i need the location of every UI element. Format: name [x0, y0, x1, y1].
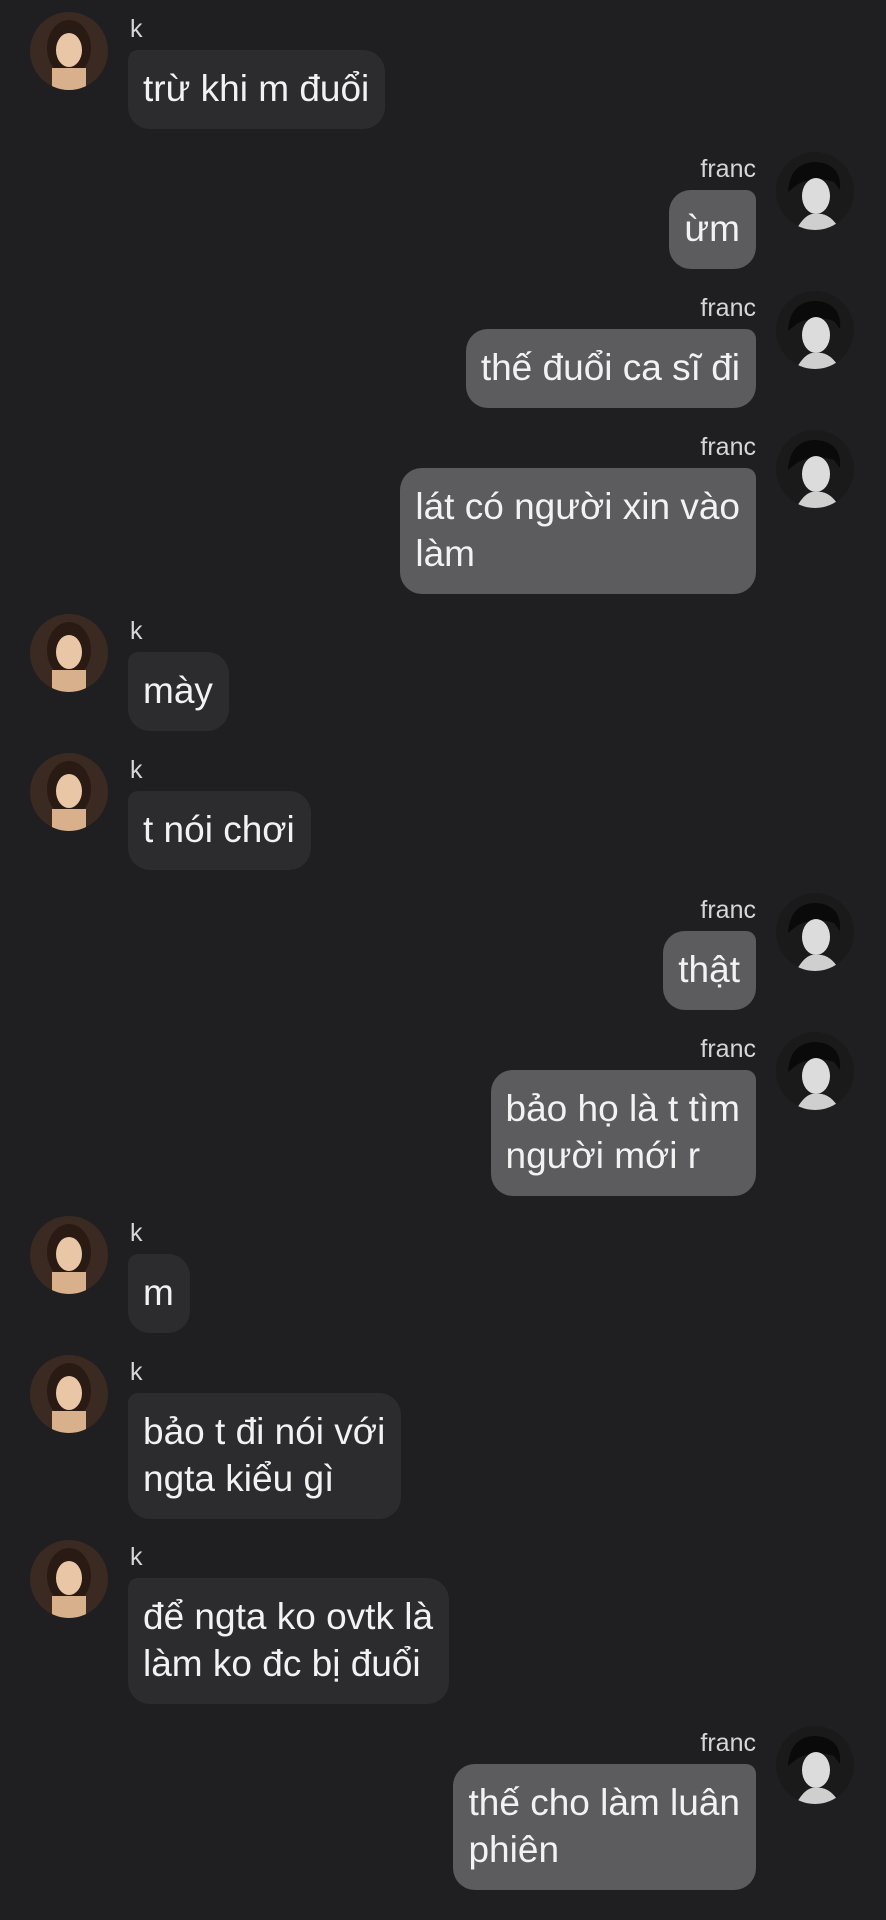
boy-avatar-icon [776, 1032, 854, 1110]
message-bubble[interactable]: m [128, 1254, 190, 1333]
girl-avatar-icon [30, 753, 108, 831]
boy-avatar-icon [776, 893, 854, 971]
boy-avatar-icon [776, 1726, 854, 1804]
avatar[interactable] [30, 614, 108, 692]
girl-avatar-icon [30, 614, 108, 692]
message-bubble[interactable]: t nói chơi [128, 791, 311, 870]
message-bubble[interactable]: trừ khi m đuổi [128, 50, 386, 129]
sender-name: k [130, 756, 143, 784]
avatar[interactable] [776, 152, 854, 230]
sender-name: k [130, 1219, 143, 1247]
girl-avatar-icon [30, 1216, 108, 1294]
sender-name: franc [700, 1035, 756, 1063]
sender-name: franc [700, 1729, 756, 1757]
boy-avatar-icon [776, 152, 854, 230]
sender-name: franc [700, 294, 756, 322]
avatar[interactable] [776, 1032, 854, 1110]
message-bubble[interactable]: mày [128, 652, 229, 731]
boy-avatar-icon [776, 291, 854, 369]
girl-avatar-icon [30, 1540, 108, 1618]
avatar[interactable] [30, 753, 108, 831]
avatar[interactable] [30, 1355, 108, 1433]
message-bubble[interactable]: bảo t đi nói với ngta kiểu gì [128, 1393, 402, 1519]
avatar[interactable] [30, 1216, 108, 1294]
girl-avatar-icon [30, 1355, 108, 1433]
sender-name: franc [700, 155, 756, 183]
message-bubble[interactable]: thật [663, 931, 756, 1010]
message-bubble[interactable]: lát có người xin vào làm [400, 468, 756, 594]
sender-name: franc [700, 433, 756, 461]
message-bubble[interactable]: để ngta ko ovtk là làm ko đc bị đuổi [128, 1578, 450, 1704]
avatar[interactable] [30, 1540, 108, 1618]
avatar[interactable] [776, 1726, 854, 1804]
message-bubble[interactable]: thế cho làm luân phiên [453, 1764, 756, 1890]
avatar[interactable] [30, 12, 108, 90]
sender-name: k [130, 1543, 143, 1571]
sender-name: k [130, 15, 143, 43]
sender-name: k [130, 617, 143, 645]
sender-name: franc [700, 896, 756, 924]
sender-name: k [130, 1358, 143, 1386]
message-bubble[interactable]: thế đuổi ca sĩ đi [465, 329, 756, 408]
message-bubble[interactable]: ừm [669, 190, 756, 269]
avatar[interactable] [776, 430, 854, 508]
message-bubble[interactable]: bảo họ là t tìm người mới r [490, 1070, 756, 1196]
avatar[interactable] [776, 291, 854, 369]
boy-avatar-icon [776, 430, 854, 508]
avatar[interactable] [776, 893, 854, 971]
girl-avatar-icon [30, 12, 108, 90]
